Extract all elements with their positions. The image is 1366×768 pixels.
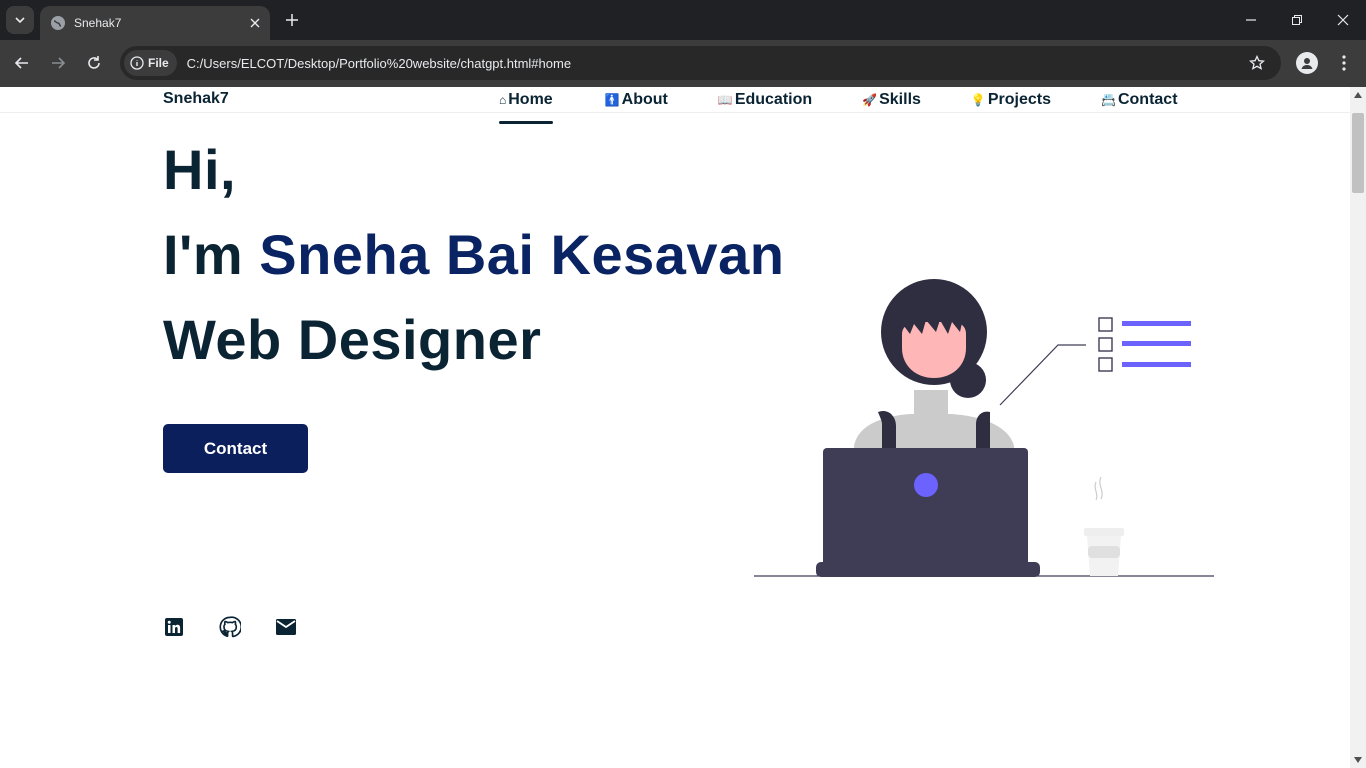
plus-icon xyxy=(286,14,298,26)
close-tab-button[interactable] xyxy=(246,14,264,32)
hero-role: Web Designer xyxy=(163,308,542,371)
scroll-up-button[interactable] xyxy=(1350,87,1366,103)
browser-tab-bar: Snehak7 xyxy=(0,0,1366,40)
minimize-icon xyxy=(1246,19,1256,21)
restore-button[interactable] xyxy=(1285,8,1309,32)
forward-button[interactable] xyxy=(47,52,69,74)
site-chip-label: File xyxy=(148,56,169,70)
close-icon xyxy=(250,18,260,28)
nav-item-home[interactable]: ⌂ Home xyxy=(499,89,553,124)
scroll-thumb[interactable] xyxy=(1352,113,1364,193)
restore-icon xyxy=(1292,15,1302,25)
hero-name: Sneha Bai Kesavan xyxy=(259,223,785,286)
site-info-chip[interactable]: File xyxy=(124,50,177,76)
lightbulb-icon: 💡 xyxy=(970,93,986,107)
arrow-right-icon xyxy=(52,57,66,69)
info-icon xyxy=(130,56,144,70)
site-nav: ⌂ Home 🚹 About 📖 Education 🚀 Skills 💡 Pr… xyxy=(499,89,1178,124)
nav-item-about[interactable]: 🚹 About xyxy=(605,89,668,111)
person-icon: 🚹 xyxy=(604,93,620,107)
book-icon: 📖 xyxy=(717,93,733,107)
nav-item-skills[interactable]: 🚀 Skills xyxy=(862,89,921,111)
hero-greeting: Hi, xyxy=(163,138,237,201)
page-scrollbar[interactable] xyxy=(1350,87,1366,768)
nav-item-projects[interactable]: 💡 Projects xyxy=(971,89,1051,111)
browser-tab[interactable]: Snehak7 xyxy=(40,6,270,40)
rocket-icon: 🚀 xyxy=(862,93,878,107)
new-tab-button[interactable] xyxy=(282,10,302,30)
mail-icon xyxy=(276,619,296,635)
site-header: Snehak7 ⌂ Home 🚹 About 📖 Education 🚀 Ski… xyxy=(0,87,1350,124)
arrow-left-icon xyxy=(14,57,28,69)
reload-button[interactable] xyxy=(83,52,105,74)
nav-item-label: Projects xyxy=(987,91,1052,108)
triangle-up-icon xyxy=(1354,92,1362,98)
reload-icon xyxy=(88,56,100,69)
triangle-down-icon xyxy=(1354,757,1362,763)
github-link[interactable] xyxy=(218,615,242,639)
tab-search-button[interactable] xyxy=(6,6,34,34)
minimize-button[interactable] xyxy=(1239,8,1263,32)
contact-card-icon: 📇 xyxy=(1101,93,1116,107)
browser-menu-button[interactable] xyxy=(1334,52,1354,74)
hero-intro: I'm Sneha Bai Kesavan xyxy=(163,222,784,287)
nav-item-label: Education xyxy=(734,91,813,108)
site-logo[interactable]: Snehak7 xyxy=(163,90,229,108)
scroll-down-button[interactable] xyxy=(1350,752,1366,768)
more-vert-icon xyxy=(1342,55,1346,71)
url-text[interactable]: C:/Users/ELCOT/Desktop/Portfolio%20websi… xyxy=(187,56,1247,71)
nav-item-label: Home xyxy=(508,91,553,108)
browser-toolbar: File C:/Users/ELCOT/Desktop/Portfolio%20… xyxy=(0,40,1366,87)
back-button[interactable] xyxy=(11,52,33,74)
linkedin-icon xyxy=(165,618,183,636)
linkedin-link[interactable] xyxy=(162,615,186,639)
nav-item-contact[interactable]: 📇 Contact xyxy=(1101,89,1178,111)
close-icon xyxy=(1337,14,1349,26)
globe-icon xyxy=(51,16,65,30)
bookmark-button[interactable] xyxy=(1247,53,1267,73)
hero-illustration xyxy=(754,279,1214,577)
email-link[interactable] xyxy=(274,615,298,639)
tab-title: Snehak7 xyxy=(74,16,122,30)
contact-button[interactable]: Contact xyxy=(163,424,308,473)
star-icon xyxy=(1249,55,1265,70)
nav-item-label: Skills xyxy=(879,91,921,108)
chevron-down-icon xyxy=(15,17,25,24)
page-viewport: Snehak7 ⌂ Home 🚹 About 📖 Education 🚀 Ski… xyxy=(0,87,1350,768)
nav-item-label: Contact xyxy=(1117,91,1178,108)
address-bar[interactable]: File C:/Users/ELCOT/Desktop/Portfolio%20… xyxy=(120,46,1281,80)
nav-item-label: About xyxy=(621,91,668,108)
nav-item-education[interactable]: 📖 Education xyxy=(718,89,812,111)
profile-button[interactable] xyxy=(1296,52,1318,74)
github-icon xyxy=(219,616,241,638)
home-icon: ⌂ xyxy=(499,93,507,107)
close-window-button[interactable] xyxy=(1331,8,1355,32)
hero-intro-prefix: I'm xyxy=(163,223,260,286)
person-icon xyxy=(1301,58,1313,69)
